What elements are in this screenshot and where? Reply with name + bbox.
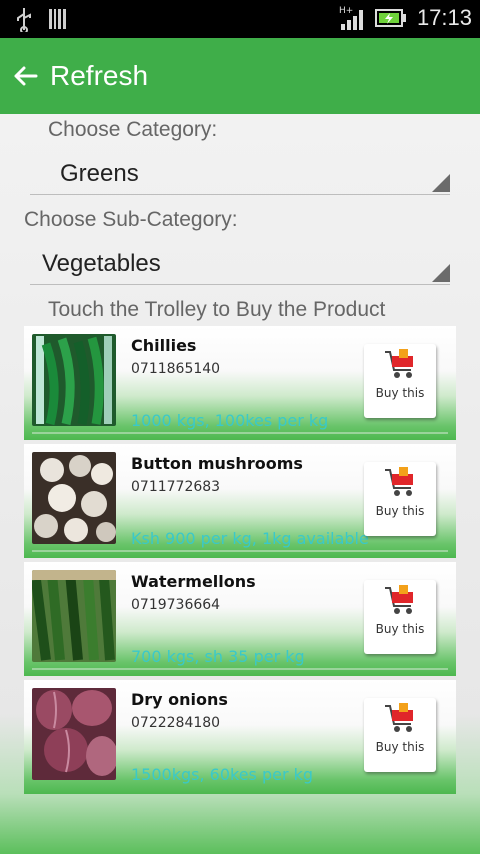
divider [32,550,448,552]
back-arrow-icon[interactable] [10,60,42,92]
product-phone: 0719736664 [131,597,221,613]
product-phone: 0711865140 [131,361,221,377]
product-phone: 0711772683 [131,479,221,495]
instruction-text: Touch the Trolley to Buy the Product [48,298,386,321]
content-area: Choose Category: Greens Choose Sub-Categ… [0,114,480,854]
category-label: Choose Category: [48,118,218,141]
product-name: Chillies [131,336,197,355]
sub-category-value: Vegetables [42,250,161,277]
buy-button[interactable]: Buy this [364,698,436,772]
product-image [32,452,116,544]
shopping-cart-icon [385,703,413,732]
product-description: Ksh 900 per kg, 1kg available [131,529,369,548]
signal-icon: H+ [339,6,363,30]
buy-label: Buy this [375,386,425,400]
product-phone: 0722284180 [131,715,221,731]
status-bar: H+ 17:13 [0,0,480,38]
product-image [32,334,116,426]
sub-category-spinner[interactable]: Vegetables [30,244,450,285]
usb-icon [17,8,31,32]
product-image [32,570,116,662]
shopping-cart-icon [385,585,413,614]
battery-icon [374,9,406,27]
buy-label: Buy this [375,740,425,754]
buy-button[interactable]: Buy this [364,580,436,654]
product-image [32,688,116,780]
product-item[interactable]: Chillies 0711865140 1000 kgs, 100kes per… [24,326,456,440]
product-item[interactable]: Button mushrooms 0711772683 Ksh 900 per … [24,444,456,558]
barcode-icon [49,9,66,29]
sub-category-label: Choose Sub-Category: [24,208,238,231]
category-spinner[interactable]: Greens [30,154,450,195]
app-bar: Refresh [0,38,480,114]
shopping-cart-icon [385,349,413,378]
status-clock: 17:13 [416,5,472,30]
svg-text:H+: H+ [339,6,353,16]
divider [32,432,448,434]
category-value: Greens [60,160,139,187]
product-name: Watermellons [131,572,256,591]
product-description: 1500kgs, 60kes per kg [131,765,314,784]
dropdown-triangle-icon [432,174,450,192]
product-description: 1000 kgs, 100kes per kg [131,411,329,430]
divider [32,668,448,670]
product-description: 700 kgs, sh 35 per kg [131,647,305,666]
product-item[interactable]: Watermellons 0719736664 700 kgs, sh 35 p… [24,562,456,676]
shopping-cart-icon [385,467,413,496]
buy-label: Buy this [375,504,425,518]
dropdown-triangle-icon [432,264,450,282]
product-name: Dry onions [131,690,228,709]
buy-button[interactable]: Buy this [364,462,436,536]
product-item[interactable]: Dry onions 0722284180 1500kgs, 60kes per… [24,680,456,794]
app-bar-title[interactable]: Refresh [50,60,148,92]
buy-button[interactable]: Buy this [364,344,436,418]
product-name: Button mushrooms [131,454,303,473]
buy-label: Buy this [375,622,425,636]
